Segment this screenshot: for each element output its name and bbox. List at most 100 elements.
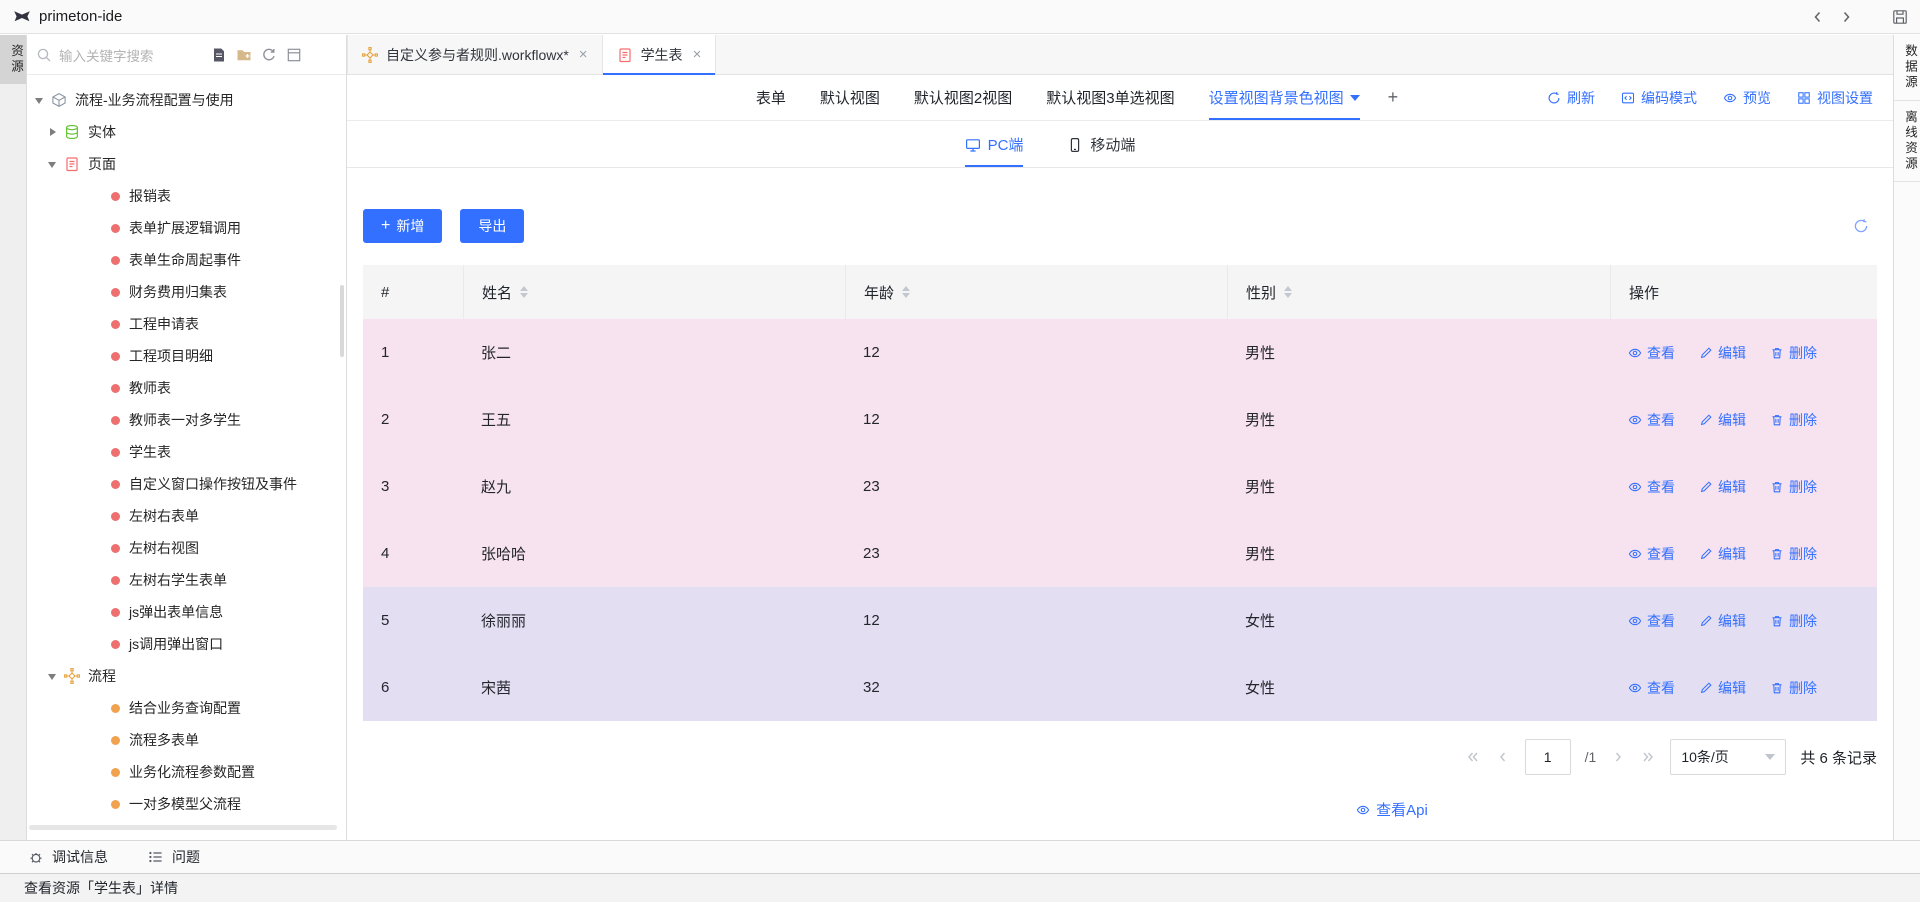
- row-action-edit[interactable]: 编辑: [1699, 343, 1746, 363]
- editor-tab[interactable]: 自定义参与者规则.workflowx*×: [347, 35, 603, 74]
- row-action-edit[interactable]: 编辑: [1699, 477, 1746, 497]
- view-action-button[interactable]: 预览: [1723, 88, 1771, 108]
- title-bar: primeton-ide: [0, 0, 1920, 34]
- last-page-icon[interactable]: [1640, 749, 1656, 765]
- tree-item[interactable]: 流程: [27, 660, 346, 692]
- view-actions: 刷新 编码模式 预览 视图设置: [1547, 88, 1893, 108]
- column-header[interactable]: 性别: [1227, 265, 1610, 319]
- rail-tab-resources[interactable]: 资源: [0, 35, 26, 84]
- import-icon[interactable]: [211, 47, 227, 63]
- bottom-panel-tab-debug[interactable]: 调试信息: [28, 847, 108, 867]
- expander-icon[interactable]: [48, 671, 58, 681]
- search-input[interactable]: 输入关键字搜索: [27, 35, 346, 75]
- tree-item[interactable]: 结合业务查询配置: [27, 692, 346, 724]
- tree-item[interactable]: 左树右表单: [27, 500, 346, 532]
- sidebar-horizontal-scrollbar[interactable]: [29, 825, 337, 830]
- nav-back-icon[interactable]: [1810, 9, 1826, 25]
- view-tab[interactable]: 设置视图背景色视图: [1209, 75, 1360, 120]
- tree-item[interactable]: 表单生命周起事件: [27, 244, 346, 276]
- table-refresh-icon[interactable]: [1853, 218, 1869, 234]
- page-size-select[interactable]: 10条/页: [1670, 739, 1786, 775]
- tree-item[interactable]: 实体: [27, 116, 346, 148]
- tree-item[interactable]: 一对多模型父流程: [27, 788, 346, 820]
- tree-item[interactable]: 表单扩展逻辑调用: [27, 212, 346, 244]
- tree-item[interactable]: 流程多表单: [27, 724, 346, 756]
- add-button[interactable]: + 新增: [363, 209, 442, 243]
- view-tab[interactable]: 默认视图: [820, 75, 880, 120]
- row-action-view[interactable]: 查看: [1628, 544, 1675, 564]
- expander-icon[interactable]: [35, 95, 45, 105]
- add-view-button[interactable]: +: [1388, 87, 1399, 108]
- tree-item[interactable]: 左树右视图: [27, 532, 346, 564]
- export-button[interactable]: 导出: [460, 209, 524, 243]
- view-tab[interactable]: 默认视图3单选视图: [1046, 75, 1174, 120]
- row-action-view[interactable]: 查看: [1628, 611, 1675, 631]
- row-action-edit[interactable]: 编辑: [1699, 410, 1746, 430]
- new-folder-icon[interactable]: [236, 47, 252, 63]
- nav-forward-icon[interactable]: [1838, 9, 1854, 25]
- device-tab-pc[interactable]: PC端: [965, 122, 1024, 167]
- row-action-delete[interactable]: 删除: [1770, 611, 1817, 631]
- view-api-link[interactable]: 查看Api: [1356, 799, 1428, 820]
- row-action-edit[interactable]: 编辑: [1699, 611, 1746, 631]
- bottom-panel-tab-problems[interactable]: 问题: [148, 847, 200, 867]
- row-action-delete[interactable]: 删除: [1770, 477, 1817, 497]
- next-page-icon[interactable]: [1610, 749, 1626, 765]
- close-icon[interactable]: ×: [693, 47, 702, 62]
- collapse-all-icon[interactable]: [286, 47, 302, 63]
- sort-icon[interactable]: [1284, 286, 1292, 298]
- sort-icon[interactable]: [902, 286, 910, 298]
- tree-item[interactable]: 自定义窗口操作按钮及事件: [27, 468, 346, 500]
- view-canvas: + 新增 导出 #姓名年龄性别操作 1张二12男性查看编辑删除2王五12男性查看…: [347, 169, 1893, 840]
- view-tab[interactable]: 表单: [756, 75, 786, 120]
- sort-icon[interactable]: [520, 286, 528, 298]
- row-action-view[interactable]: 查看: [1628, 678, 1675, 698]
- tree-item[interactable]: 流程-业务流程配置与使用: [27, 84, 346, 116]
- expander-icon[interactable]: [48, 127, 58, 137]
- row-action-view[interactable]: 查看: [1628, 410, 1675, 430]
- expander-icon[interactable]: [48, 159, 58, 169]
- save-layout-icon[interactable]: [1892, 9, 1908, 25]
- column-header[interactable]: 姓名: [463, 265, 845, 319]
- column-header[interactable]: 年龄: [845, 265, 1227, 319]
- chevron-down-icon[interactable]: [1350, 95, 1360, 101]
- tree-item[interactable]: 业务化流程参数配置: [27, 756, 346, 788]
- row-action-edit[interactable]: 编辑: [1699, 544, 1746, 564]
- table-row: 2王五12男性查看编辑删除: [363, 386, 1877, 453]
- prev-page-icon[interactable]: [1495, 749, 1511, 765]
- rail-tab-offline-resources[interactable]: 离线资源: [1894, 101, 1920, 182]
- view-action-button[interactable]: 视图设置: [1797, 88, 1873, 108]
- close-icon[interactable]: ×: [579, 47, 588, 62]
- row-action-edit[interactable]: 编辑: [1699, 678, 1746, 698]
- first-page-icon[interactable]: [1465, 749, 1481, 765]
- row-action-delete[interactable]: 删除: [1770, 678, 1817, 698]
- tree-item[interactable]: 工程项目明细: [27, 340, 346, 372]
- tree-item[interactable]: js弹出表单信息: [27, 596, 346, 628]
- tree-item[interactable]: 财务费用归集表: [27, 276, 346, 308]
- device-tab-mobile[interactable]: 移动端: [1067, 122, 1135, 167]
- tree-item[interactable]: 学生表: [27, 436, 346, 468]
- page-number-input[interactable]: 1: [1525, 739, 1571, 775]
- view-tab[interactable]: 默认视图2视图: [914, 75, 1012, 120]
- editor-tab[interactable]: 学生表×: [603, 35, 717, 74]
- tree-item[interactable]: 页面: [27, 148, 346, 180]
- tree-item[interactable]: 报销表: [27, 180, 346, 212]
- row-action-view[interactable]: 查看: [1628, 343, 1675, 363]
- tree-item[interactable]: js调用弹出窗口: [27, 628, 346, 660]
- eye-icon: [1628, 346, 1642, 360]
- tree-item[interactable]: 教师表: [27, 372, 346, 404]
- tree-item[interactable]: 教师表一对多学生: [27, 404, 346, 436]
- row-action-view[interactable]: 查看: [1628, 477, 1675, 497]
- sidebar-vertical-scrollbar[interactable]: [340, 285, 344, 357]
- rail-tab-datasource[interactable]: 数据源: [1894, 35, 1920, 101]
- tree-item[interactable]: 工程申请表: [27, 308, 346, 340]
- refresh-view-button[interactable]: 刷新: [1547, 88, 1595, 108]
- eye-icon: [1356, 803, 1370, 817]
- row-action-delete[interactable]: 删除: [1770, 343, 1817, 363]
- row-action-delete[interactable]: 删除: [1770, 544, 1817, 564]
- view-action-button[interactable]: 编码模式: [1621, 88, 1697, 108]
- row-action-delete[interactable]: 删除: [1770, 410, 1817, 430]
- table-cell: 男性: [1227, 409, 1610, 430]
- tree-item[interactable]: 左树右学生表单: [27, 564, 346, 596]
- refresh-icon[interactable]: [261, 47, 277, 63]
